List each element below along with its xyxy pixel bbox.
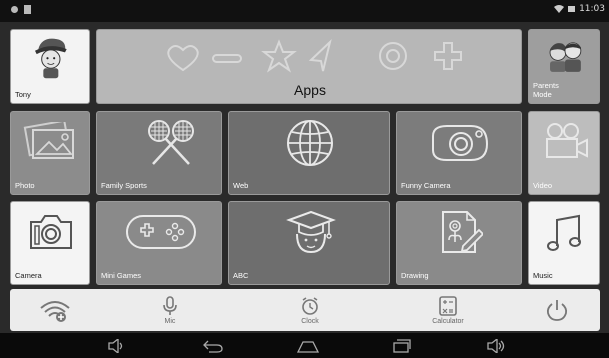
- notification-icon: [24, 5, 31, 14]
- user-profile-tile[interactable]: Tony: [10, 29, 90, 104]
- photo-label: Photo: [15, 181, 35, 190]
- video-camera-icon: [546, 123, 588, 158]
- gamepad-icon: [126, 215, 196, 249]
- parents-mode-tile[interactable]: Parents Mode: [528, 29, 600, 104]
- video-tile[interactable]: Video: [528, 111, 600, 195]
- usb-debug-icon: [11, 6, 18, 13]
- wifi-icon: [554, 5, 565, 13]
- camera-tile[interactable]: Camera: [10, 201, 90, 285]
- wifi-plus-icon: [40, 301, 70, 322]
- graduate-icon: [286, 210, 336, 254]
- launcher-main: Tony Apps Parents Mode Photo Family Spor…: [0, 22, 609, 333]
- parents-label-line2: Mode: [533, 90, 552, 99]
- video-label: Video: [533, 181, 553, 190]
- photo-icon: [23, 122, 74, 159]
- music-tile[interactable]: Music: [528, 201, 600, 285]
- clock-time: 11:03: [579, 4, 605, 14]
- plus-icon: [434, 42, 462, 70]
- status-right: 11:03: [554, 4, 605, 14]
- music-note-icon: [547, 214, 581, 251]
- power-icon: [546, 300, 568, 321]
- abc-label: ABC: [233, 271, 249, 280]
- status-bar: 11:03: [0, 0, 609, 22]
- mic-button[interactable]: Mic: [145, 289, 195, 331]
- volume-up-icon[interactable]: [487, 339, 507, 353]
- navigation-bar: [0, 333, 609, 358]
- apps-title: Apps: [294, 82, 326, 98]
- mini-games-tile[interactable]: Mini Games: [96, 201, 222, 285]
- camera-label: Camera: [15, 271, 42, 280]
- wifi-settings-button[interactable]: [30, 289, 80, 331]
- microphone-icon: [163, 295, 177, 315]
- parents-label-line1: Parents: [533, 81, 559, 90]
- parents-mode-label: Parents Mode: [533, 81, 559, 99]
- abc-tile[interactable]: ABC: [228, 201, 390, 285]
- heart-icon: [167, 45, 199, 72]
- family-sports-label: Family Sports: [101, 181, 147, 190]
- camera-icon: [30, 215, 72, 249]
- web-label: Web: [233, 181, 249, 190]
- home-icon[interactable]: [297, 339, 319, 353]
- badminton-rackets-icon: [148, 120, 194, 165]
- bottom-dock: Mic Clock Calculator: [10, 289, 600, 331]
- user-name-label: Tony: [15, 90, 31, 99]
- photo-tile[interactable]: Photo: [10, 111, 90, 195]
- minus-icon: [212, 54, 242, 63]
- drawing-tile[interactable]: Drawing: [396, 201, 522, 285]
- power-button[interactable]: [532, 289, 582, 331]
- battery-icon: [568, 6, 576, 12]
- alarm-clock-icon: [302, 296, 318, 315]
- recent-apps-icon[interactable]: [393, 339, 411, 353]
- volume-down-icon[interactable]: [108, 339, 124, 353]
- circle-icon: [379, 42, 407, 70]
- clock-button[interactable]: Clock: [285, 289, 335, 331]
- funny-camera-label: Funny Camera: [401, 181, 451, 190]
- funny-camera-icon: [432, 125, 489, 161]
- boy-avatar-icon: [35, 38, 67, 79]
- funny-camera-tile[interactable]: Funny Camera: [396, 111, 522, 195]
- drawing-icon: [442, 211, 483, 253]
- calculator-button[interactable]: Calculator: [418, 289, 478, 331]
- back-icon[interactable]: [203, 339, 223, 353]
- status-left: [10, 5, 31, 14]
- drawing-label: Drawing: [401, 271, 429, 280]
- clock-label: Clock: [301, 317, 319, 325]
- mini-games-label: Mini Games: [101, 271, 142, 280]
- decorative-shapes: [167, 38, 462, 73]
- globe-icon: [287, 120, 333, 166]
- star-icon: [261, 39, 297, 73]
- music-label: Music: [533, 271, 553, 280]
- apps-banner[interactable]: Apps: [96, 29, 522, 104]
- web-tile[interactable]: Web: [228, 111, 390, 195]
- arrow-icon: [308, 38, 332, 72]
- calculator-icon: [439, 295, 457, 316]
- parents-icon: [549, 42, 582, 72]
- calculator-label: Calculator: [432, 317, 464, 325]
- family-sports-tile[interactable]: Family Sports: [96, 111, 222, 195]
- mic-label: Mic: [164, 317, 176, 325]
